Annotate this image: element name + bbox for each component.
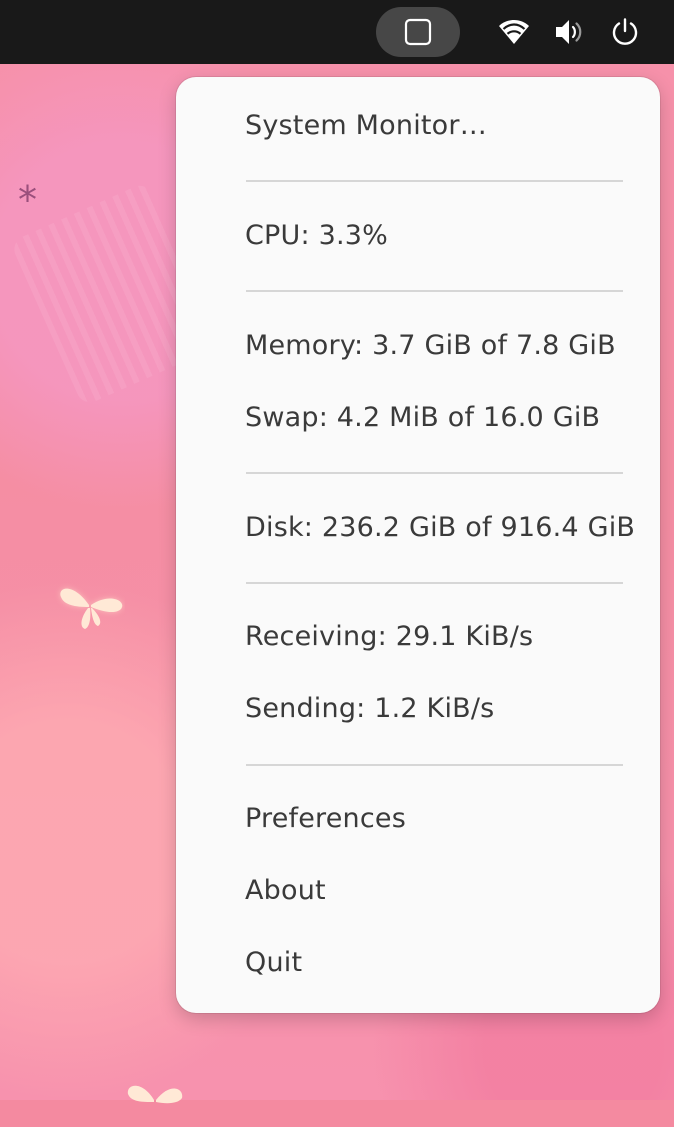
menu-separator	[246, 472, 623, 474]
top-bar	[0, 0, 674, 64]
menu-item-receiving[interactable]: Receiving: 29.1 KiB/s	[245, 620, 533, 654]
wifi-button[interactable]	[497, 15, 531, 49]
menu-item-disk[interactable]: Disk: 236.2 GiB of 916.4 GiB	[245, 511, 635, 545]
power-icon	[612, 18, 638, 45]
menu-separator	[246, 290, 623, 292]
volume-icon	[556, 20, 582, 44]
volume-button[interactable]	[552, 15, 586, 49]
butterfly-icon	[60, 588, 123, 629]
star-icon: *	[18, 178, 37, 222]
system-monitor-indicator-button[interactable]	[376, 7, 460, 57]
menu-item-preferences[interactable]: Preferences	[245, 802, 406, 836]
menu-item-swap[interactable]: Swap: 4.2 MiB of 16.0 GiB	[245, 401, 600, 435]
system-monitor-menu: System Monitor… CPU: 3.3% Memory: 3.7 Gi…	[176, 77, 660, 1013]
wifi-icon	[499, 20, 529, 44]
menu-item-sending[interactable]: Sending: 1.2 KiB/s	[245, 692, 494, 726]
power-button[interactable]	[608, 15, 642, 49]
menu-item-cpu[interactable]: CPU: 3.3%	[245, 219, 388, 253]
system-monitor-icon	[404, 18, 432, 46]
menu-item-quit[interactable]: Quit	[245, 946, 302, 980]
menu-separator	[246, 764, 623, 766]
menu-separator	[246, 582, 623, 584]
menu-item-memory[interactable]: Memory: 3.7 GiB of 7.8 GiB	[245, 329, 616, 363]
menu-separator	[246, 180, 623, 182]
menu-item-system-monitor[interactable]: System Monitor…	[245, 109, 487, 143]
menu-item-about[interactable]: About	[245, 874, 326, 908]
